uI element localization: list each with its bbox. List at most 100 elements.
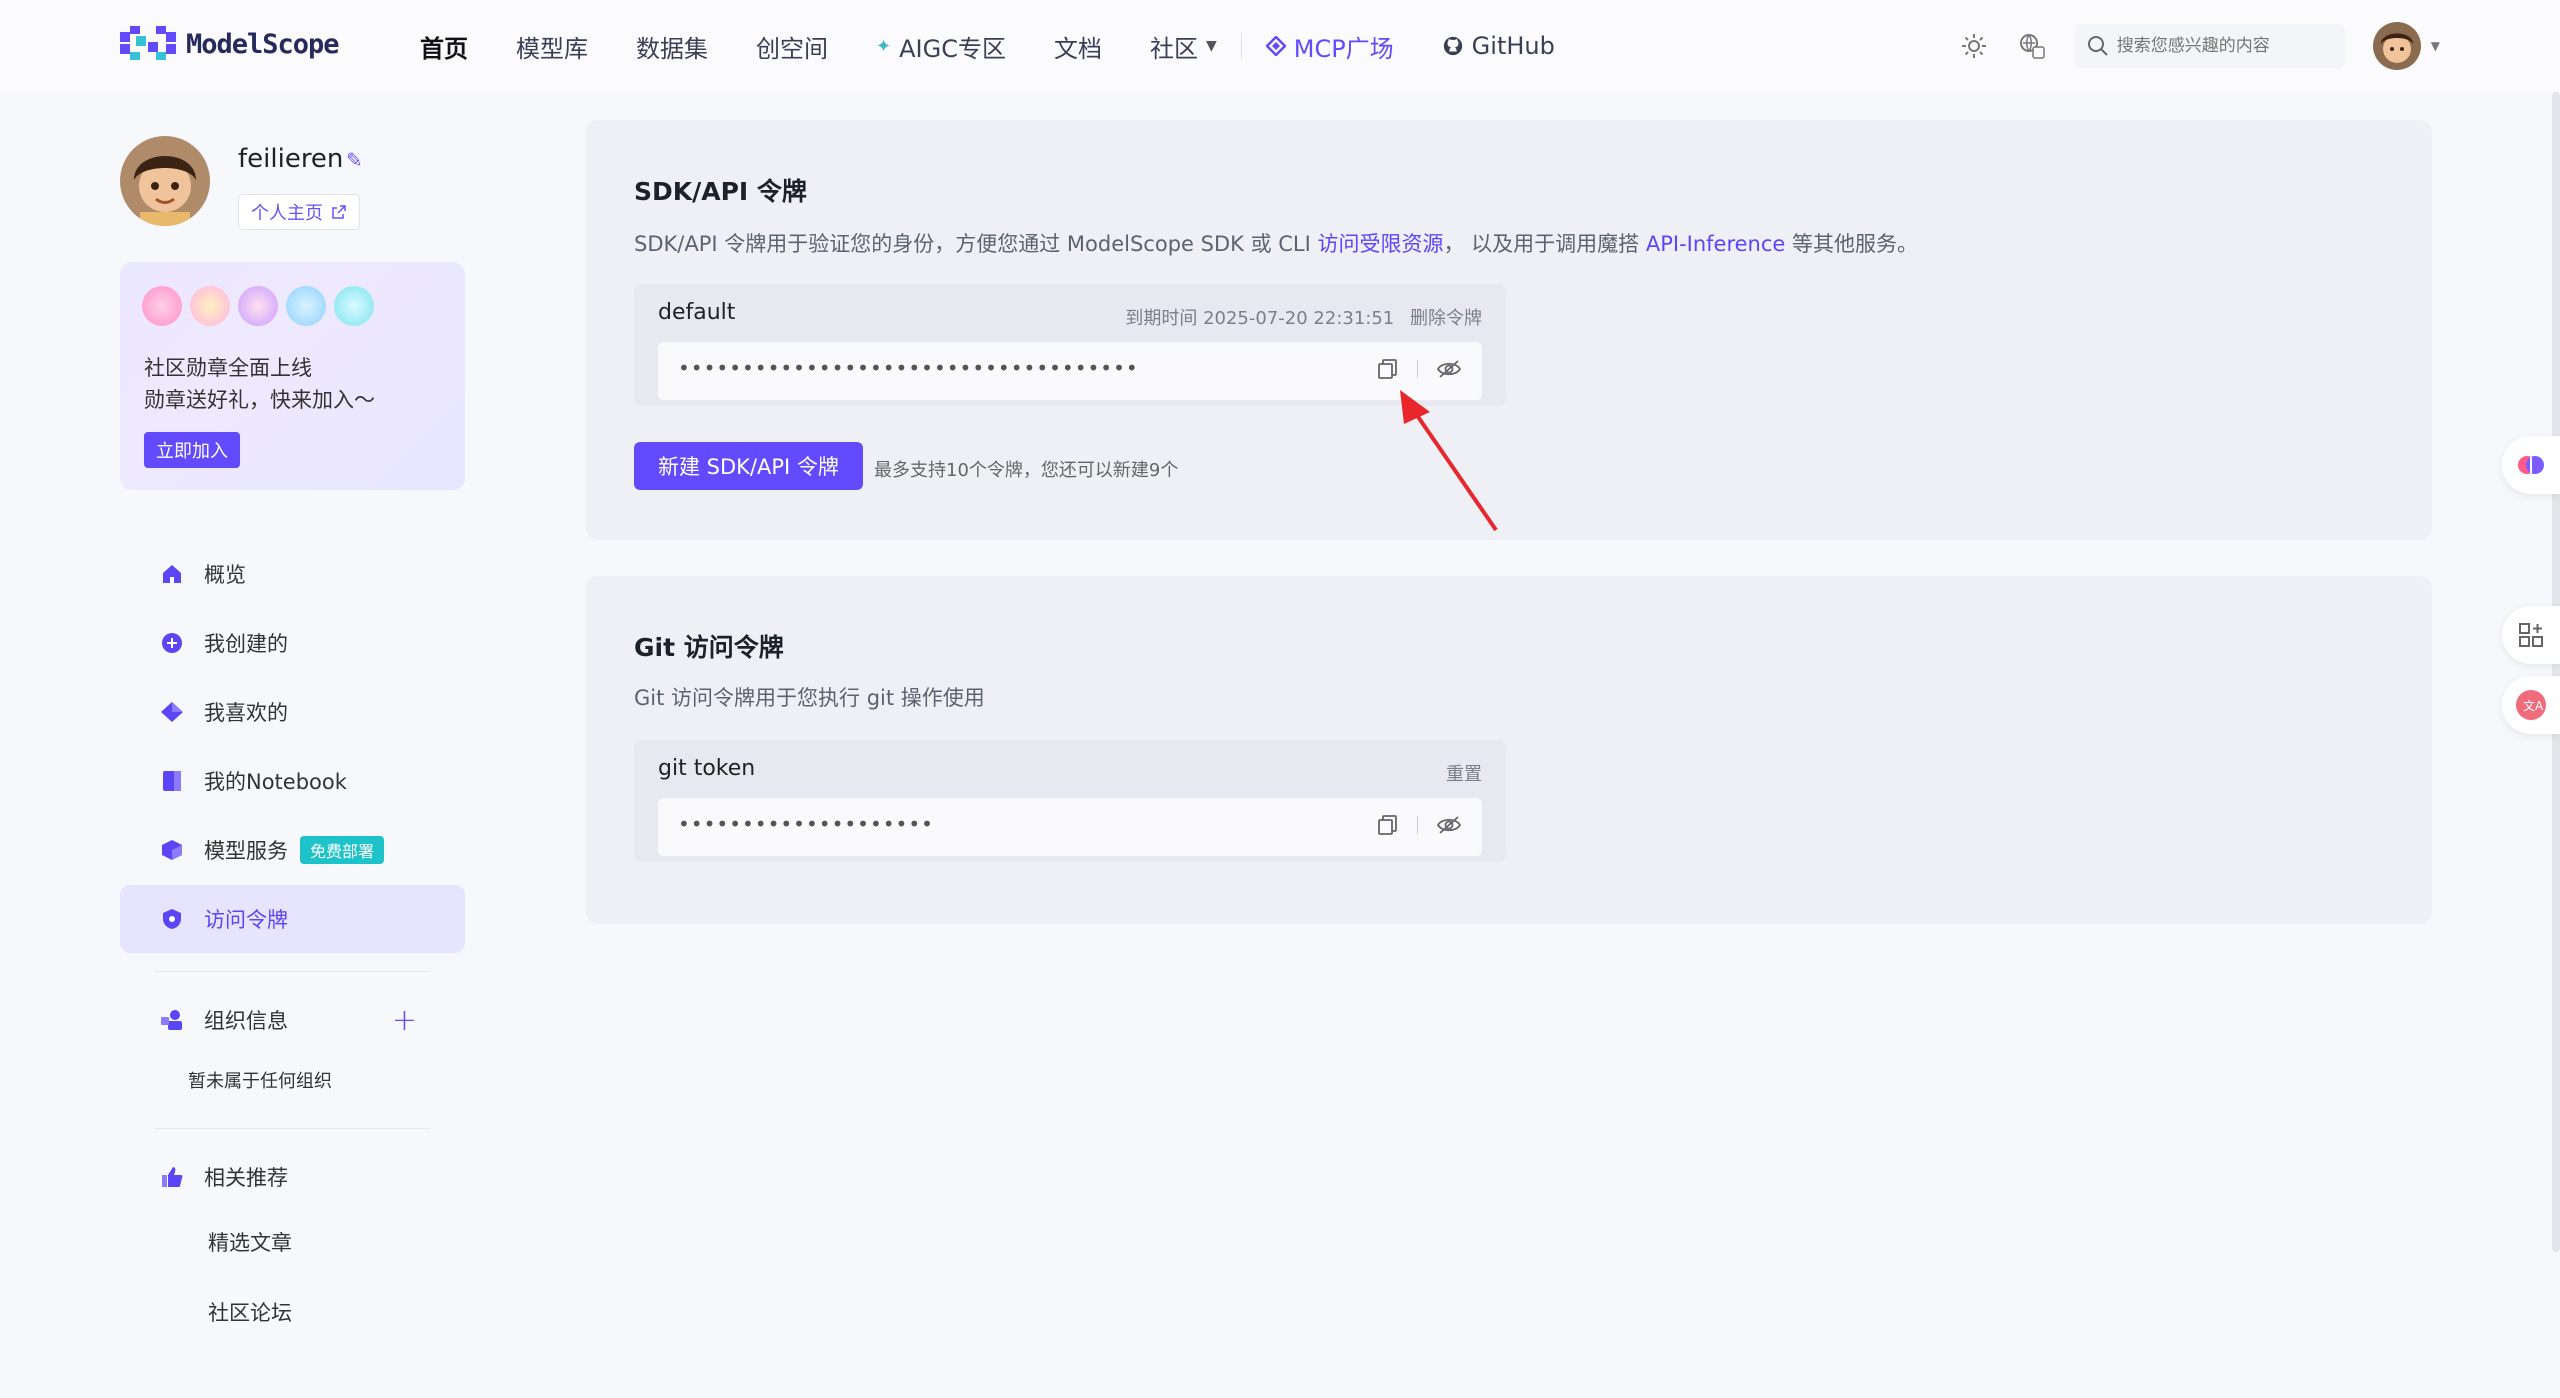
nav-github-label: GitHub xyxy=(1471,32,1555,60)
git-token-card: git token 重置 •••••••••••••••••••• xyxy=(634,740,1506,862)
translate-icon xyxy=(2019,34,2045,59)
badge-icon xyxy=(334,286,374,326)
field-actions xyxy=(1377,814,1462,836)
sidebar-subitem-articles[interactable]: 精选文章 xyxy=(120,1207,465,1277)
eye-off-icon[interactable] xyxy=(1436,814,1462,836)
token-meta: 重置 xyxy=(1446,760,1482,786)
theme-toggle[interactable] xyxy=(1959,31,1989,61)
token-name: default xyxy=(658,300,736,325)
add-org-icon[interactable]: + xyxy=(392,1003,417,1038)
sidebar-item-access-token[interactable]: 访问令牌 xyxy=(120,885,465,953)
avatar-image xyxy=(2372,22,2421,70)
sidebar-item-liked[interactable]: 我喜欢的 xyxy=(120,678,465,746)
copy-icon[interactable] xyxy=(1377,358,1399,380)
ai-assistant-button[interactable] xyxy=(2502,436,2560,494)
icon-divider xyxy=(1417,360,1418,378)
sidebar-item-label: 概览 xyxy=(204,563,246,587)
brain-icon xyxy=(2518,456,2544,474)
badge-row xyxy=(142,286,374,326)
nav-home[interactable]: 首页 xyxy=(420,29,468,64)
nav-models-label: 模型库 xyxy=(516,34,588,63)
nav-divider xyxy=(1240,33,1242,59)
modelscope-logo[interactable]: ModelScope xyxy=(120,26,340,62)
translate-icon: 文A xyxy=(2516,690,2546,720)
nav-datasets-label: 数据集 xyxy=(636,34,708,63)
home-icon xyxy=(160,562,184,586)
restricted-resources-link[interactable]: 访问受限资源 xyxy=(1317,232,1443,256)
desc-text: SDK/API 令牌用于验证您的身份，方便您通过 ModelScope SDK … xyxy=(634,232,1318,256)
top-navbar: ModelScope 首页 模型库 数据集 创空间 ✦ AIGC专区 文档 社区 ▼… xyxy=(0,0,2560,92)
sdk-token-card: default 到期时间 2025-07-20 22:31:51 删除令牌 ••… xyxy=(634,284,1506,406)
token-value-field: •••••••••••••••••••••••••••••••••••• xyxy=(658,342,1482,400)
apps-button[interactable] xyxy=(2502,606,2560,664)
language-toggle[interactable] xyxy=(2017,31,2047,61)
reset-token-button[interactable]: 重置 xyxy=(1446,764,1482,785)
delete-token-button[interactable]: 删除令牌 xyxy=(1410,308,1482,329)
badge-promo-card: 社区勋章全面上线 勋章送好礼，快来加入～ 立即加入 xyxy=(120,262,465,490)
menu-divider xyxy=(155,1128,430,1129)
chevron-down-icon: ▼ xyxy=(1205,38,1217,54)
nav-models[interactable]: 模型库 xyxy=(516,29,588,64)
sidebar-item-label: 相关推荐 xyxy=(204,1166,288,1190)
sidebar-item-recommend[interactable]: 相关推荐 xyxy=(120,1147,465,1207)
logo-text: ModelScope xyxy=(186,28,340,60)
badge-icon xyxy=(142,286,182,326)
sidebar-menu: 概览 我创建的 我喜欢的 我的Notebook 模型服务 免费部署 访问令牌 组… xyxy=(120,540,465,1347)
diamond-icon xyxy=(160,700,184,724)
edit-icon[interactable]: ✎ xyxy=(346,148,363,172)
scrollbar[interactable] xyxy=(2552,92,2560,1252)
user-avatar[interactable] xyxy=(2372,22,2421,70)
translate-float-button[interactable]: 文A xyxy=(2502,676,2560,734)
nav-studios[interactable]: 创空间 xyxy=(756,29,828,64)
field-actions xyxy=(1377,358,1462,380)
masked-token: •••••••••••••••••••• xyxy=(678,812,934,836)
join-now-button[interactable]: 立即加入 xyxy=(144,432,240,468)
git-panel-description: Git 访问令牌用于您执行 git 操作使用 xyxy=(634,686,985,710)
sparkle-icon: ✦ xyxy=(876,35,892,57)
org-icon xyxy=(160,1008,184,1032)
sidebar-item-label: 模型服务 xyxy=(204,839,288,863)
sidebar-item-model-service[interactable]: 模型服务 免费部署 xyxy=(120,816,465,884)
profile-username: feilieren xyxy=(238,144,344,174)
git-panel-title: Git 访问令牌 xyxy=(634,633,784,662)
sidebar-subitem-forum[interactable]: 社区论坛 xyxy=(120,1277,465,1347)
nav-community[interactable]: 社区 ▼ xyxy=(1150,29,1217,64)
api-inference-link[interactable]: API-Inference xyxy=(1646,232,1785,256)
nav-docs-label: 文档 xyxy=(1053,34,1102,63)
nav-docs[interactable]: 文档 xyxy=(1054,29,1102,64)
sidebar-item-notebook[interactable]: 我的Notebook xyxy=(120,747,465,815)
search-input[interactable] xyxy=(2116,36,2317,56)
badge-icon xyxy=(238,286,278,326)
homepage-label: 个人主页 xyxy=(251,203,323,224)
nav-aigc[interactable]: ✦ AIGC专区 xyxy=(876,29,1006,64)
search-box[interactable] xyxy=(2074,24,2345,68)
search-icon xyxy=(2087,36,2108,56)
chevron-down-icon[interactable]: ▼ xyxy=(2431,39,2440,53)
sdk-panel-title: SDK/API 令牌 xyxy=(634,177,807,206)
sidebar-item-org[interactable]: 组织信息 + xyxy=(120,990,465,1050)
badge-promo-line1: 社区勋章全面上线 xyxy=(144,356,312,380)
eye-off-icon[interactable] xyxy=(1436,358,1462,380)
sidebar-item-created[interactable]: 我创建的 xyxy=(120,609,465,677)
token-limit-hint: 最多支持10个令牌，您还可以新建9个 xyxy=(874,460,1179,481)
nav-community-label: 社区 xyxy=(1149,34,1198,63)
sidebar-item-label: 访问令牌 xyxy=(204,908,288,932)
nav-datasets[interactable]: 数据集 xyxy=(636,29,708,64)
desc-text: 等其他服务。 xyxy=(1785,232,1919,256)
nav-studios-label: 创空间 xyxy=(756,34,828,63)
copy-icon[interactable] xyxy=(1377,814,1399,836)
new-sdk-token-button[interactable]: 新建 SDK/API 令牌 xyxy=(634,442,863,490)
sidebar-item-label: 我创建的 xyxy=(204,632,288,656)
profile-header: feilieren ✎ 个人主页 xyxy=(120,136,480,236)
nav-home-label: 首页 xyxy=(420,34,468,63)
nav-mcp-label: MCP广场 xyxy=(1293,34,1394,63)
personal-homepage-button[interactable]: 个人主页 xyxy=(238,194,360,230)
nav-github[interactable]: GitHub xyxy=(1442,32,1555,60)
nav-aigc-label: AIGC专区 xyxy=(899,34,1006,63)
github-icon xyxy=(1443,36,1462,56)
sidebar-item-overview[interactable]: 概览 xyxy=(120,540,465,608)
logo-icon xyxy=(120,26,176,60)
icon-divider xyxy=(1417,816,1418,834)
external-link-icon xyxy=(332,205,346,219)
nav-mcp[interactable]: MCP广场 xyxy=(1265,29,1394,64)
